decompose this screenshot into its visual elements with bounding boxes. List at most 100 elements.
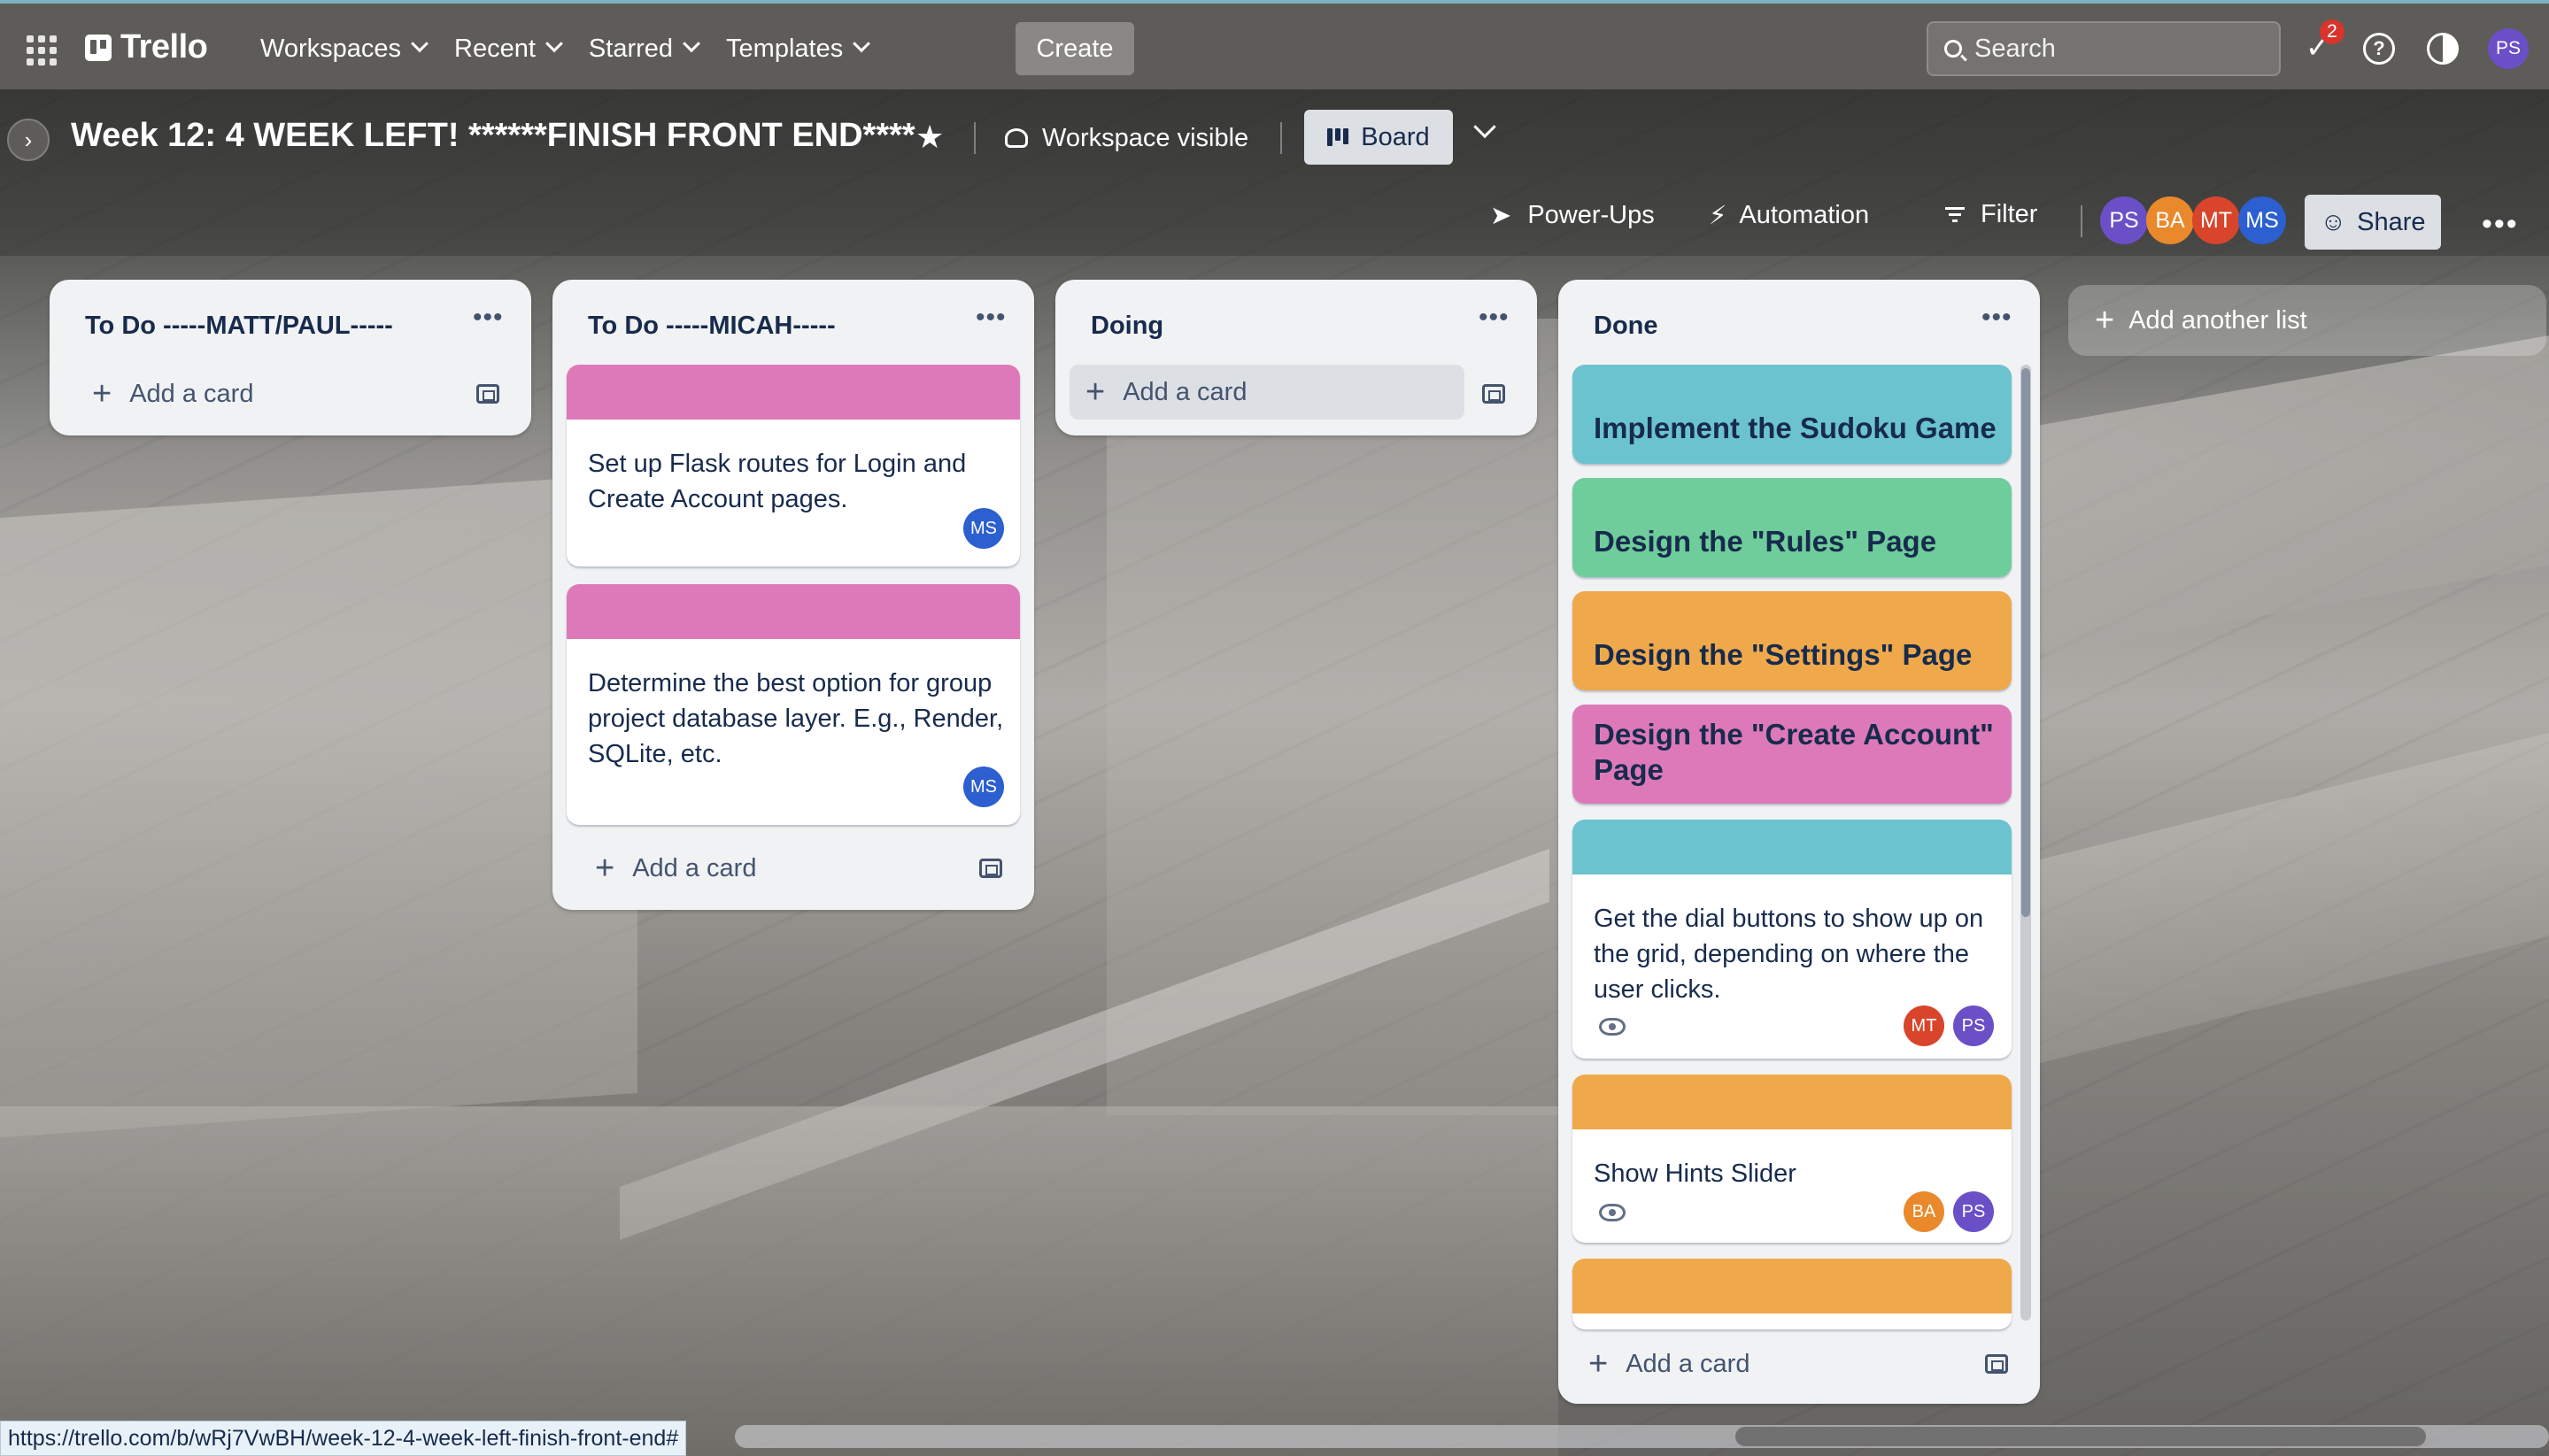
list: To Do -----MATT/PAUL----- ••• + Add a ca… [50, 280, 531, 435]
power-ups-label: Power-Ups [1527, 201, 1655, 229]
power-ups-button[interactable]: ➤ Power-Ups [1490, 200, 1655, 231]
list-title[interactable]: Done [1594, 312, 1658, 341]
card-title: Design the "Rules" Page [1594, 525, 1937, 558]
card-title: Get the dial buttons to show up on the g… [1594, 905, 1984, 1004]
rocket-icon: ➤ [1490, 202, 1512, 230]
filter-icon [1945, 207, 1965, 222]
workspace-visible-icon [1005, 128, 1028, 148]
card-title: Design the "Create Account" Page [1594, 718, 1994, 786]
list: Done ••• Implement the Sudoku Game Desig… [1558, 280, 2040, 1404]
help-icon[interactable]: ? [2363, 33, 2395, 65]
list-title[interactable]: Doing [1091, 312, 1163, 341]
list-menu-icon[interactable]: ••• [1479, 303, 1510, 333]
visibility-button[interactable]: Workspace visible [1005, 115, 1248, 161]
workspaces-menu[interactable]: Workspaces [248, 25, 438, 73]
app-switcher-icon[interactable] [27, 35, 57, 65]
add-card-label: Add a card [632, 853, 757, 882]
list-menu-icon[interactable]: ••• [976, 303, 1007, 333]
card[interactable]: Show Hints Slider BA PS [1572, 1075, 2012, 1243]
automation-label: Automation [1739, 201, 1870, 229]
board-view-button[interactable]: Board [1304, 110, 1453, 165]
add-another-list-button[interactable]: + Add another list [2068, 285, 2546, 356]
board-title[interactable]: Week 12: 4 WEEK LEFT! ******FINISH FRONT… [71, 117, 915, 155]
card-member-avatar[interactable]: PS [1953, 1005, 1994, 1046]
card-member-avatar[interactable]: MS [963, 767, 1004, 807]
recent-menu[interactable]: Recent [442, 25, 573, 73]
templates-menu[interactable]: Templates [714, 25, 880, 73]
card-title: Set up Flask routes for Login and Create… [588, 450, 967, 513]
list-scrollbar[interactable] [2020, 365, 2031, 1321]
card-member-avatar[interactable]: MS [963, 508, 1004, 549]
chevron-down-icon [411, 35, 429, 53]
list: To Do -----MICAH----- ••• Set up Flask r… [552, 280, 1034, 910]
add-card-button[interactable]: + Add a card [1572, 1337, 1967, 1391]
create-from-template-icon[interactable] [979, 859, 1002, 878]
automation-button[interactable]: ⚡ Automation [1709, 200, 1869, 231]
create-from-template-icon[interactable] [476, 384, 499, 404]
member-avatar[interactable]: BA [2146, 196, 2194, 244]
member-avatar[interactable]: MT [2192, 196, 2240, 244]
visibility-label: Workspace visible [1042, 123, 1249, 152]
user-avatar[interactable]: PS [2488, 28, 2529, 69]
card[interactable]: Set up Flask routes for Login and Create… [567, 365, 1020, 566]
add-list-label: Add another list [2128, 305, 2307, 335]
star-icon[interactable]: ★ [915, 119, 944, 156]
card-member-avatar[interactable]: BA [1904, 1191, 1944, 1232]
card[interactable]: Get the dial buttons to show up on the g… [1572, 820, 2012, 1059]
add-card-label: Add a card [1123, 377, 1247, 406]
divider [2081, 205, 2082, 237]
card-cover [567, 365, 1020, 420]
plus-icon: + [1085, 374, 1106, 411]
nav-menu: Workspaces Recent Starred Templates [248, 25, 880, 73]
card[interactable]: Determine the best option for group proj… [567, 584, 1020, 825]
logo-text: Trello [120, 28, 208, 65]
add-card-label: Add a card [1626, 1349, 1750, 1378]
share-button[interactable]: ☺ Share [2305, 195, 2441, 250]
share-user-icon: ☺ [2320, 207, 2347, 236]
notifications-button[interactable]: ✓ 2 [2300, 19, 2344, 65]
card[interactable] [1572, 1259, 2012, 1329]
search-input[interactable] [1974, 34, 2258, 64]
views-dropdown[interactable] [1473, 115, 1496, 144]
chevron-down-icon [545, 35, 563, 53]
watching-eye-icon [1599, 1018, 1626, 1036]
list-title[interactable]: To Do -----MATT/PAUL----- [85, 312, 393, 341]
card-member-avatar[interactable]: PS [1953, 1191, 1994, 1232]
plus-icon: + [1588, 1345, 1609, 1383]
card-title: Implement the Sudoku Game [1594, 412, 1997, 444]
expand-sidebar-icon[interactable]: › [7, 119, 50, 161]
add-card-button[interactable]: + Add a card [579, 841, 960, 896]
watching-eye-icon [1599, 1204, 1626, 1221]
status-bar-url: https://trello.com/b/wRj7VwBH/week-12-4-… [0, 1421, 687, 1456]
member-avatar[interactable]: PS [2100, 196, 2148, 244]
card[interactable]: Implement the Sudoku Game [1572, 365, 2012, 464]
board-menu-icon[interactable]: ••• [2482, 209, 2519, 239]
card[interactable]: Design the "Rules" Page [1572, 478, 2012, 577]
card-title: Show Hints Slider [1594, 1159, 1796, 1188]
search-icon [1944, 40, 1962, 58]
card-title: Design the "Settings" Page [1594, 638, 1973, 671]
create-from-template-icon[interactable] [1482, 384, 1505, 404]
card-cover [1572, 1259, 2012, 1313]
list-title[interactable]: To Do -----MICAH----- [588, 312, 836, 341]
board-horizontal-scrollbar[interactable] [735, 1425, 2549, 1448]
card-member-avatar[interactable]: MT [1904, 1005, 1944, 1046]
list-menu-icon[interactable]: ••• [473, 303, 504, 333]
create-button[interactable]: Create [1016, 22, 1134, 75]
card[interactable]: Design the "Settings" Page [1572, 591, 2012, 690]
card[interactable]: Design the "Create Account" Page [1572, 705, 2012, 804]
member-avatar[interactable]: MS [2238, 196, 2286, 244]
search-box[interactable] [1927, 21, 2281, 76]
add-card-button[interactable]: + Add a card [76, 366, 457, 421]
card-cover [1572, 820, 2012, 874]
theme-toggle-icon[interactable] [2427, 33, 2459, 65]
list-menu-icon[interactable]: ••• [1981, 303, 2012, 333]
starred-menu[interactable]: Starred [576, 25, 710, 73]
filter-button[interactable]: Filter [1945, 200, 2037, 229]
board-members: PS BA MT MS [2100, 196, 2286, 244]
create-from-template-icon[interactable] [1985, 1354, 2008, 1374]
plus-icon: + [595, 850, 615, 887]
share-label: Share [2357, 207, 2426, 236]
add-card-button[interactable]: + Add a card [1070, 365, 1464, 420]
trello-logo[interactable]: Trello [85, 28, 208, 66]
